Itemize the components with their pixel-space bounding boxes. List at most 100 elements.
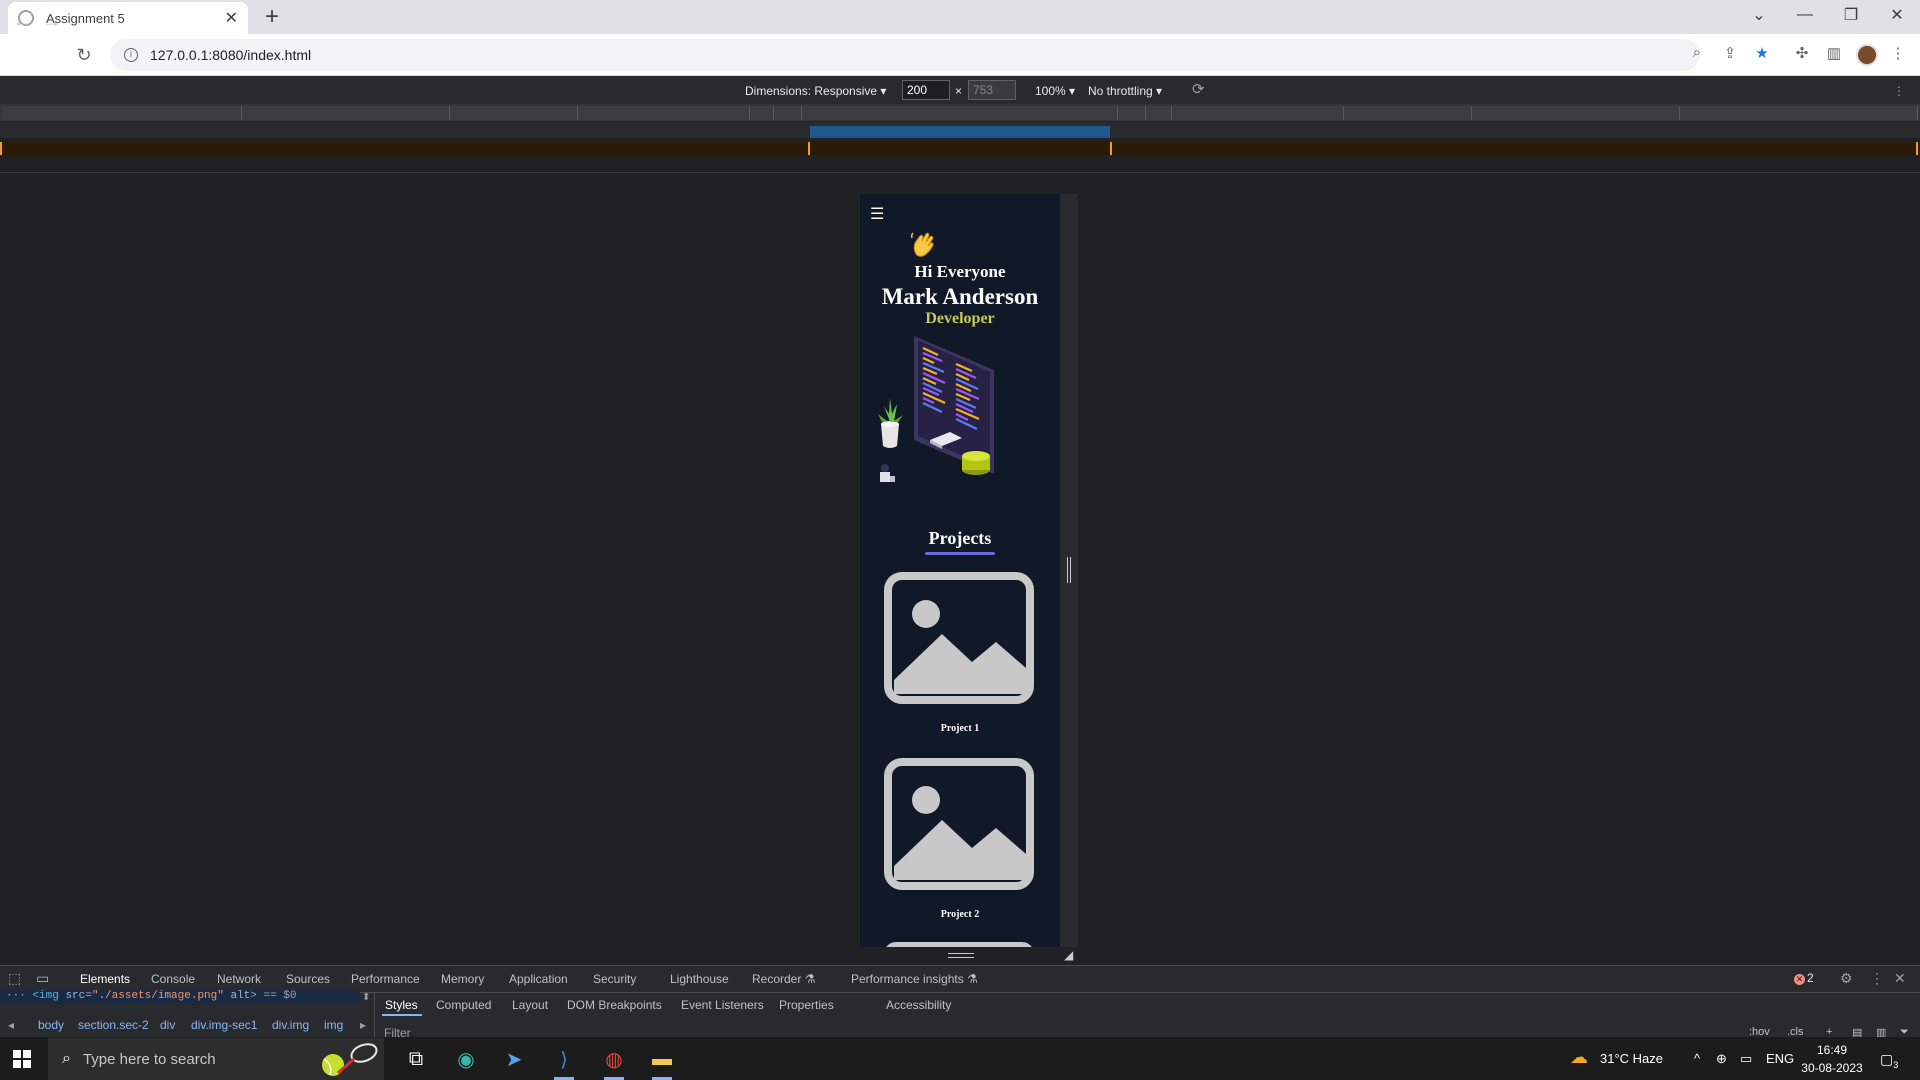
reload-icon[interactable]: ↻ (70, 41, 98, 69)
media-query-segment[interactable] (802, 106, 1118, 120)
media-query-segment[interactable] (578, 106, 750, 120)
project-card[interactable]: Project 1 (884, 572, 1036, 734)
breadcrumb[interactable]: body (38, 1018, 64, 1032)
hamburger-menu-icon[interactable]: ☰ (870, 204, 885, 224)
extensions-icon[interactable]: ✣ (1792, 44, 1812, 62)
greeting-text: Hi Everyone (914, 262, 1006, 281)
breadcrumb[interactable]: section.sec-2 (78, 1018, 149, 1032)
device-more-icon[interactable]: ⋮ (1893, 84, 1905, 98)
tab-console[interactable]: Console (151, 972, 195, 986)
crumb-scroll-left-icon[interactable]: ◂ (8, 1018, 14, 1032)
tab-layout[interactable]: Layout (512, 998, 548, 1012)
tab-application[interactable]: Application (509, 972, 568, 986)
media-query-segment[interactable] (750, 106, 774, 120)
close-window-button[interactable]: ✕ (1874, 0, 1920, 30)
back-icon[interactable]: ← (8, 7, 36, 35)
tab-lighthouse[interactable]: Lighthouse (670, 972, 729, 986)
windows-start-icon[interactable] (13, 1050, 31, 1068)
site-info-icon[interactable]: i (124, 48, 138, 62)
address-bar[interactable]: i 127.0.0.1:8080/index.html (110, 39, 1700, 71)
height-input[interactable]: 753 (968, 80, 1016, 100)
media-query-segment[interactable] (450, 106, 578, 120)
close-tab-icon[interactable]: ✕ (225, 8, 238, 28)
tab-search-icon[interactable]: ⌄ (1736, 0, 1782, 30)
language-indicator[interactable]: ENG (1766, 1051, 1794, 1066)
media-query-segment[interactable] (1344, 106, 1472, 120)
selected-dom-node[interactable]: ··· <img src="./assets/image.png" alt> =… (0, 990, 360, 1004)
minimize-button[interactable]: — (1782, 0, 1828, 30)
tab-accessibility[interactable]: Accessibility (886, 998, 951, 1012)
resize-grip-icon[interactable] (948, 953, 974, 958)
profile-avatar[interactable] (1856, 44, 1878, 66)
crumb-scroll-right-icon[interactable]: ▸ (360, 1018, 366, 1032)
tab-computed[interactable]: Computed (436, 998, 491, 1012)
close-devtools-icon[interactable]: ✕ (1894, 970, 1906, 987)
project-card[interactable]: Project 2 (884, 758, 1036, 920)
tab-sources[interactable]: Sources (286, 972, 330, 986)
battery-icon[interactable]: ▭ (1740, 1051, 1752, 1067)
forward-icon[interactable]: → (38, 7, 66, 35)
project-card-partial[interactable] (884, 942, 1034, 947)
breadcrumb[interactable]: div (160, 1018, 175, 1032)
width-input[interactable]: 200 (902, 80, 950, 100)
tab-styles[interactable]: Styles (385, 998, 418, 1012)
tab-recorder[interactable]: Recorder ⚗ (752, 972, 815, 986)
restore-button[interactable]: ❐ (1828, 0, 1874, 30)
inspect-element-icon[interactable]: ⬚ (8, 970, 21, 987)
devtools-menu-icon[interactable]: ⋮ (1870, 970, 1884, 987)
media-query-segment[interactable] (242, 106, 450, 120)
vscode-icon[interactable]: ⟩ (550, 1045, 578, 1073)
notification-icon[interactable]: ▢3 (1880, 1051, 1898, 1070)
settings-gear-icon[interactable]: ⚙ (1840, 970, 1853, 987)
tab-memory[interactable]: Memory (441, 972, 484, 986)
tab-elements[interactable]: Elements (80, 972, 130, 986)
media-query-tick (1110, 142, 1112, 155)
bookmark-star-icon[interactable]: ★ (1752, 44, 1772, 62)
scroll-arrows-icon[interactable]: ⬍ (362, 992, 370, 1003)
media-query-segment[interactable] (1680, 106, 1918, 120)
chrome-icon[interactable]: ◍ (600, 1045, 628, 1073)
file-explorer-icon[interactable]: ▬ (648, 1045, 676, 1073)
tab-network[interactable]: Network (217, 972, 261, 986)
app-icon[interactable]: ➤ (500, 1045, 528, 1073)
tab-title: Assignment 5 (46, 10, 125, 26)
weather-icon[interactable]: ☁ (1570, 1047, 1588, 1068)
tab-event-listeners[interactable]: Event Listeners (681, 998, 764, 1012)
tab-security[interactable]: Security (593, 972, 636, 986)
task-view-icon[interactable]: ⧉ (402, 1045, 430, 1073)
device-toggle-icon[interactable]: ▭ (36, 970, 49, 987)
dimensions-dropdown[interactable]: Dimensions: Responsive ▾ (745, 84, 886, 98)
corner-resize-icon[interactable]: ◢ (1064, 948, 1073, 962)
clock[interactable]: 16:49 30-08-2023 (1800, 1041, 1864, 1077)
menu-kebab-icon[interactable]: ⋮ (1888, 44, 1908, 62)
side-panel-icon[interactable]: ▥ (1824, 44, 1844, 62)
media-query-segment[interactable] (1146, 106, 1172, 120)
chevron-up-icon[interactable]: ^ (1694, 1051, 1700, 1066)
tab-performance-insights[interactable]: Performance insights ⚗ (851, 972, 978, 986)
edge-icon[interactable]: ◉ (452, 1045, 480, 1073)
media-query-segment[interactable] (774, 106, 802, 120)
throttling-dropdown[interactable]: No throttling ▾ (1088, 84, 1162, 98)
zoom-dropdown[interactable]: 100% ▾ (1035, 84, 1075, 98)
weather-text[interactable]: 31°C Haze (1600, 1051, 1663, 1066)
error-icon: ✕ (1794, 974, 1805, 985)
media-query-segment[interactable] (1172, 106, 1344, 120)
zoom-icon[interactable]: ⌕ (1687, 44, 1707, 61)
tab-dom-breakpoints[interactable]: DOM Breakpoints (567, 998, 662, 1012)
media-query-segment[interactable] (2, 106, 242, 120)
network-icon[interactable]: ⊕ (1716, 1051, 1727, 1067)
tab-properties[interactable]: Properties (779, 998, 834, 1012)
rotate-icon[interactable]: ⟳ (1192, 80, 1205, 98)
breadcrumb[interactable]: div.img (272, 1018, 309, 1032)
media-query-segment[interactable] (1118, 106, 1146, 120)
tab-performance[interactable]: Performance (351, 972, 420, 986)
code-suffix: > == $0 (250, 990, 297, 1002)
breadcrumb[interactable]: div.img-sec1 (191, 1018, 257, 1032)
media-query-segment[interactable] (1472, 106, 1680, 120)
new-tab-button[interactable]: + (258, 3, 286, 31)
breadcrumb[interactable]: img (324, 1018, 343, 1032)
error-badge[interactable]: ✕ 2 (1794, 971, 1814, 985)
resize-grip-icon[interactable] (1067, 557, 1071, 583)
media-query-range[interactable] (810, 126, 1110, 138)
share-icon[interactable]: ⇪ (1720, 44, 1740, 62)
